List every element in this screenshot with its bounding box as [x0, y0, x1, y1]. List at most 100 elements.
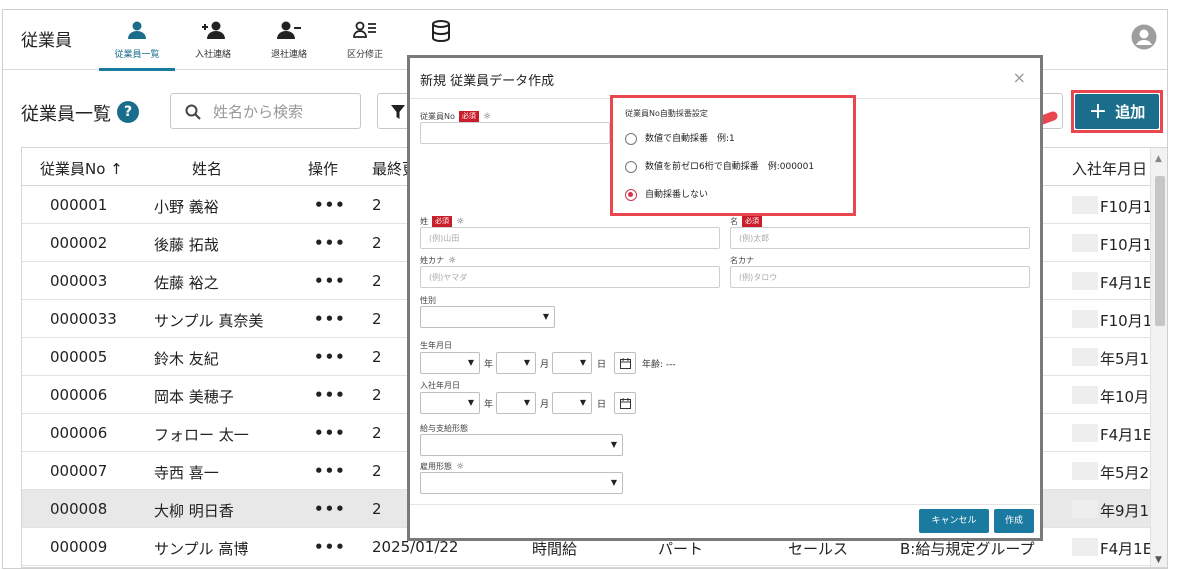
gender-select[interactable]: ▼: [420, 306, 555, 328]
tab-join-notice[interactable]: 入社連絡: [175, 14, 251, 68]
employee-no-cell: 000001: [50, 196, 108, 214]
scroll-thumb[interactable]: [1155, 176, 1165, 326]
updated-cell: 2: [372, 196, 382, 214]
chevron-down-icon: ▼: [610, 478, 617, 487]
search-input[interactable]: [213, 101, 353, 123]
updated-cell: 2: [372, 310, 382, 328]
birth-calendar-button[interactable]: [614, 352, 636, 374]
pay-type-select[interactable]: ▼: [420, 434, 623, 456]
name-cell: サンプル 真奈美: [154, 312, 264, 330]
radio-button[interactable]: [625, 132, 637, 145]
tab-category-edit[interactable]: 区分修正: [327, 14, 403, 68]
chevron-down-icon: ▼: [467, 358, 474, 367]
join-month-select[interactable]: ▼: [496, 392, 536, 414]
birth-day-select[interactable]: ▼: [552, 352, 592, 374]
employee-no-input[interactable]: [420, 122, 610, 144]
pay-cell: 時間給: [532, 540, 578, 558]
day-unit: 日: [597, 400, 607, 410]
employee-no-cell: 000007: [50, 462, 108, 480]
age-label: 年齢: ---: [642, 360, 676, 370]
filter-icon: [391, 105, 405, 119]
app-window: 従業員 従業員一覧 入社連絡 退社連絡 区分修正 従業員一覧 ? 姓名から検索 …: [2, 9, 1168, 569]
join-calendar-button[interactable]: [614, 392, 636, 414]
row-actions-button[interactable]: •••: [314, 386, 346, 404]
name-cell: 大柳 明日香: [154, 502, 234, 520]
tab-employee-list[interactable]: 従業員一覧: [99, 14, 175, 71]
joined-cell: F4月1E: [1100, 426, 1153, 444]
divider: [410, 504, 1040, 505]
radio-option-none[interactable]: 自動採番しない: [625, 187, 708, 201]
masked-cell: [1072, 234, 1098, 252]
masked-cell: [1072, 386, 1098, 404]
chevron-down-icon: ▼: [542, 312, 549, 321]
cancel-button[interactable]: キャンセル: [919, 509, 989, 533]
first-kana-input[interactable]: (例)タロウ: [730, 266, 1030, 288]
lightbulb-icon: ☼: [456, 216, 465, 227]
masked-cell: [1072, 348, 1098, 366]
last-kana-input[interactable]: (例)ヤマダ: [420, 266, 720, 288]
search-icon: [185, 104, 201, 120]
create-button[interactable]: 作成: [994, 509, 1034, 533]
employment-type-select[interactable]: ▼: [420, 472, 623, 494]
column-header-ops: 操作: [308, 160, 339, 178]
birth-year-select[interactable]: ▼: [420, 352, 480, 374]
first-name-input[interactable]: (例)太郎: [730, 227, 1030, 249]
lightbulb-icon: ☼: [448, 255, 457, 266]
column-header-joined[interactable]: 入社年月日: [1072, 158, 1147, 179]
masked-cell: [1072, 310, 1098, 328]
masked-cell: [1072, 196, 1098, 214]
required-badge: 必須: [742, 216, 762, 227]
name-cell: 寺西 喜一: [154, 464, 219, 482]
radio-button[interactable]: [625, 160, 637, 173]
gender-label: 性別: [420, 296, 436, 305]
join-day-select[interactable]: ▼: [552, 392, 592, 414]
last-name-input[interactable]: (例)山田: [420, 227, 720, 249]
database-icon: [403, 14, 479, 44]
join-year-select[interactable]: ▼: [420, 392, 480, 414]
name-cell: 岡本 美穂子: [154, 388, 234, 406]
chevron-down-icon: ▼: [610, 440, 617, 449]
tab-leave-notice[interactable]: 退社連絡: [251, 14, 327, 68]
join-date-label: 入社年月日: [420, 381, 460, 390]
radio-option-zero-padded[interactable]: 数値を前ゼロ6桁で自動採番 例:000001: [625, 159, 814, 173]
radio-option-numeric[interactable]: 数値で自動採番 例:1: [625, 131, 735, 145]
add-button[interactable]: + 追加: [1075, 94, 1159, 129]
row-actions-button[interactable]: •••: [314, 500, 346, 518]
masked-cell: [1072, 500, 1098, 518]
search-box[interactable]: [170, 93, 361, 129]
employee-no-cell: 000009: [50, 538, 108, 556]
column-header-name[interactable]: 姓名: [192, 158, 222, 179]
row-actions-button[interactable]: •••: [314, 234, 346, 252]
group-cell: B:給与規定グループ: [900, 540, 1035, 558]
lightbulb-icon: ☼: [456, 461, 465, 472]
joined-cell: 年5月2: [1100, 464, 1150, 482]
last-name-label: 姓必須 ☼: [420, 216, 465, 227]
employee-no-cell: 000006: [50, 386, 108, 404]
row-actions-button[interactable]: •••: [314, 462, 346, 480]
scroll-up-icon[interactable]: ▲: [1155, 154, 1162, 164]
row-actions-button[interactable]: •••: [314, 272, 346, 290]
pay-type-label: 給与支給形態: [420, 424, 468, 433]
dialog-title: 新規 従業員データ作成: [420, 74, 555, 89]
account-circle-icon[interactable]: [1131, 24, 1157, 50]
employee-no-cell: 000003: [50, 272, 108, 290]
chevron-down-icon: ▼: [467, 398, 474, 407]
scroll-down-icon[interactable]: ▼: [1155, 555, 1162, 565]
row-actions-button[interactable]: •••: [314, 348, 346, 366]
calendar-icon: [620, 398, 631, 409]
radio-button-selected[interactable]: [625, 188, 637, 201]
birth-month-select[interactable]: ▼: [496, 352, 536, 374]
row-actions-button[interactable]: •••: [314, 310, 346, 328]
row-actions-button[interactable]: •••: [314, 196, 346, 214]
help-icon[interactable]: ?: [117, 101, 139, 123]
vertical-scrollbar[interactable]: ▲ ▼: [1150, 148, 1167, 567]
add-button-label: 追加: [1115, 103, 1146, 121]
tab-label: 入社連絡: [194, 50, 231, 60]
column-header-no[interactable]: 従業員No ↑: [40, 158, 123, 179]
row-actions-button[interactable]: •••: [314, 538, 346, 556]
auto-numbering-title: 従業員No自動採番設定: [625, 109, 708, 118]
row-actions-button[interactable]: •••: [314, 424, 346, 442]
chevron-down-icon: ▼: [523, 358, 530, 367]
lightbulb-icon: ☼: [482, 111, 491, 122]
close-icon[interactable]: ×: [1013, 68, 1026, 87]
